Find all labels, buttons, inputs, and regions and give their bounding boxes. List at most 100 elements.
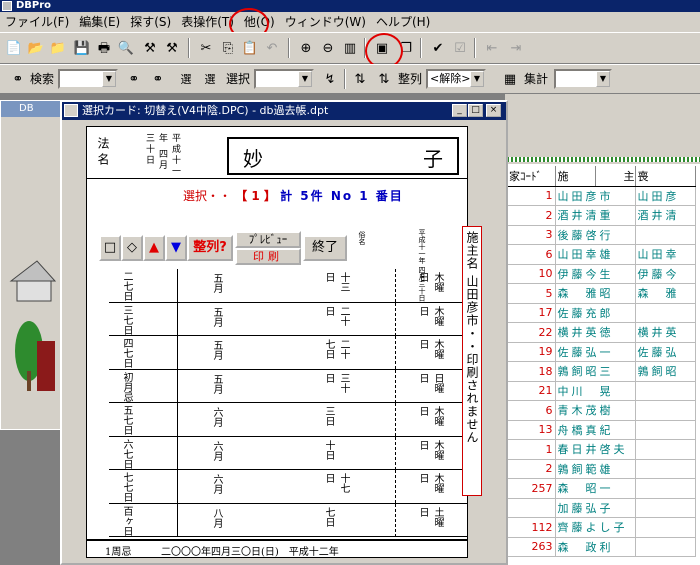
toolbar-separator — [420, 38, 422, 58]
copy-icon[interactable]: ⎘ — [218, 38, 238, 58]
header-date: 平成十一年 四月三十日 — [144, 133, 180, 177]
menu-table[interactable]: 表操作(T) — [176, 13, 239, 31]
table-row[interactable]: 263 森 政利 — [507, 537, 696, 557]
table-row[interactable]: 10 伊藤今生 伊藤今 — [507, 264, 696, 284]
table-row[interactable]: 1 山田彦市 山田彦 — [507, 186, 696, 206]
table-row[interactable]: 加藤弘子 — [507, 498, 696, 518]
table-row[interactable]: 257 森 昭一 — [507, 478, 696, 499]
mourner-name — [635, 537, 696, 557]
card-window-titlebar[interactable]: 選択カード: 切替え(V4中陰.DPC) - db過去帳.dpt — [62, 102, 506, 120]
table-row[interactable]: 6 山田幸雄 山田幸 — [507, 244, 696, 265]
minimize-button[interactable]: _ — [452, 104, 467, 117]
card-window[interactable]: 選択カード: 切替え(V4中陰.DPC) - db過去帳.dpt _ □ × 法… — [60, 100, 508, 565]
table-row[interactable]: 1 春日井啓夫 — [507, 439, 696, 460]
back-icon[interactable]: ⇤ — [482, 38, 502, 58]
owner-name: 鶉飼範雄 — [555, 459, 636, 479]
menu-edit[interactable]: 編集(E) — [74, 13, 125, 31]
open-folder-icon[interactable]: 📂 — [26, 38, 46, 58]
anniversary-date: 二〇〇〇年四月三〇日(日) 平成十二年 — [161, 547, 339, 558]
owner-name: 鶉飼昭三 — [555, 361, 636, 382]
table-row[interactable]: 17 佐藤充郎 — [507, 303, 696, 323]
table-row[interactable]: 22 横井英徳 横井英 — [507, 322, 696, 343]
maximize-button[interactable]: □ — [468, 104, 483, 117]
card-switch-icon[interactable]: ▣ — [372, 38, 392, 58]
table-row[interactable]: 2 鶉飼範雄 — [507, 459, 696, 479]
select-tag2-icon[interactable]: 選 — [200, 69, 220, 89]
record-code: 1 — [507, 439, 556, 460]
print-icon[interactable]: 🖶 — [94, 38, 114, 58]
menu-window[interactable]: ウィンドウ(W) — [280, 13, 371, 31]
sort-combo[interactable]: <解除> ▼ — [426, 69, 486, 89]
mourner-name: 山田彦 — [635, 186, 696, 206]
record-code — [507, 498, 556, 518]
select-apply-icon[interactable]: ↯ — [320, 69, 340, 89]
owner-name: 森 昭一 — [555, 478, 636, 499]
background-window[interactable]: DB — [0, 100, 62, 430]
undo-icon[interactable]: ↶ — [262, 38, 282, 58]
print-preview-icon[interactable]: 🔍 — [116, 38, 136, 58]
table-row[interactable]: 3 後藤啓行 — [507, 225, 696, 245]
search-prev-icon[interactable]: ⚭ — [148, 69, 168, 89]
table-row[interactable]: 5森 雅昭森 雅 — [507, 283, 696, 304]
menu-other[interactable]: 他(O) — [239, 13, 280, 31]
square-button[interactable]: □ — [99, 235, 121, 261]
menu-bar: ファイル(F) 編集(E) 探す(S) 表操作(T) 他(O) ウィンドウ(W)… — [0, 12, 700, 32]
column-header-owner2[interactable]: 主 — [595, 166, 636, 187]
columns-icon[interactable]: ▥ — [340, 38, 360, 58]
sort-button[interactable]: 整列? — [187, 235, 233, 261]
total-combo[interactable]: ▼ — [554, 69, 612, 89]
table-row[interactable]: 2 酒井清重 酒井清 — [507, 205, 696, 226]
select-combo[interactable]: ▼ — [254, 69, 314, 89]
table-row[interactable]: 21 中川 晃 — [507, 381, 696, 401]
zoom-out-icon[interactable]: ⊖ — [318, 38, 338, 58]
table-row[interactable]: 19 佐藤弘一 佐藤弘 — [507, 342, 696, 362]
table-row[interactable]: 18 鶉飼昭三 鶉飼昭 — [507, 361, 696, 382]
exit-button[interactable]: 終了 — [303, 235, 347, 261]
search-label: 検索 — [30, 72, 55, 86]
window-icon[interactable]: ❐ — [396, 38, 416, 58]
mourner-name: 酒井清 — [635, 205, 696, 226]
forward-icon[interactable]: ⇥ — [506, 38, 526, 58]
owner-name: 舟橋真紀 — [555, 420, 636, 440]
paste-icon[interactable]: 📋 — [240, 38, 260, 58]
menu-search[interactable]: 探す(S) — [125, 13, 176, 31]
record-code: 6 — [507, 244, 556, 265]
select-tag-icon[interactable]: 選 — [176, 69, 196, 89]
tools-alt-icon[interactable]: ⚒ — [162, 38, 182, 58]
zoom-in-icon[interactable]: ⊕ — [296, 38, 316, 58]
column-header-code[interactable]: 家ｺｰﾄﾞ — [507, 166, 556, 187]
mourner-name — [635, 478, 696, 499]
sort-asc-icon[interactable]: ⇅ — [350, 69, 370, 89]
table-row[interactable]: 112 齊藤よし子 — [507, 517, 696, 538]
print-button[interactable]: 印刷 — [235, 248, 301, 265]
preview-button[interactable]: ﾌﾟﾚﾋﾞｭｰ — [235, 231, 301, 248]
previous-record-button[interactable]: ▲ — [143, 235, 165, 261]
total-icon[interactable]: ▦ — [500, 69, 520, 89]
binoculars-icon[interactable]: ⚭ — [8, 69, 28, 89]
column-header-owner[interactable]: 施 — [555, 166, 596, 187]
tools-icon[interactable]: ⚒ — [140, 38, 160, 58]
table-row[interactable]: 13 舟橋真紀 — [507, 420, 696, 440]
save-icon[interactable]: 💾 — [72, 38, 92, 58]
memorial-weekday: 木曜日 — [417, 305, 443, 326]
new-file-icon[interactable]: 📄 — [4, 38, 24, 58]
owner-name: 佐藤充郎 — [555, 303, 636, 323]
schedule-row: 三七日 五月 二十日 木曜日 — [109, 302, 467, 336]
search-next-icon[interactable]: ⚭ — [124, 69, 144, 89]
sort-desc-icon[interactable]: ⇅ — [374, 69, 394, 89]
menu-help[interactable]: ヘルプ(H) — [371, 13, 435, 31]
check-icon[interactable]: ✔ — [428, 38, 448, 58]
close-button[interactable]: × — [486, 104, 501, 117]
cut-icon[interactable]: ✂ — [196, 38, 216, 58]
memorial-day: 三日 — [323, 406, 334, 426]
diamond-button[interactable]: ◇ — [121, 235, 143, 261]
folder-icon[interactable]: 📁 — [48, 38, 68, 58]
menu-file[interactable]: ファイル(F) — [0, 13, 74, 31]
table-row[interactable]: 6 青木茂樹 — [507, 400, 696, 421]
search-combo[interactable]: ▼ — [58, 69, 118, 89]
sheet-pattern — [507, 157, 700, 162]
next-record-button[interactable]: ▼ — [165, 235, 187, 261]
check-box-icon[interactable]: ☑ — [450, 38, 470, 58]
schedule-row: 百ヶ日 八月 七日 土曜日 — [109, 503, 467, 537]
column-header-mourner[interactable]: 喪 — [635, 166, 696, 187]
